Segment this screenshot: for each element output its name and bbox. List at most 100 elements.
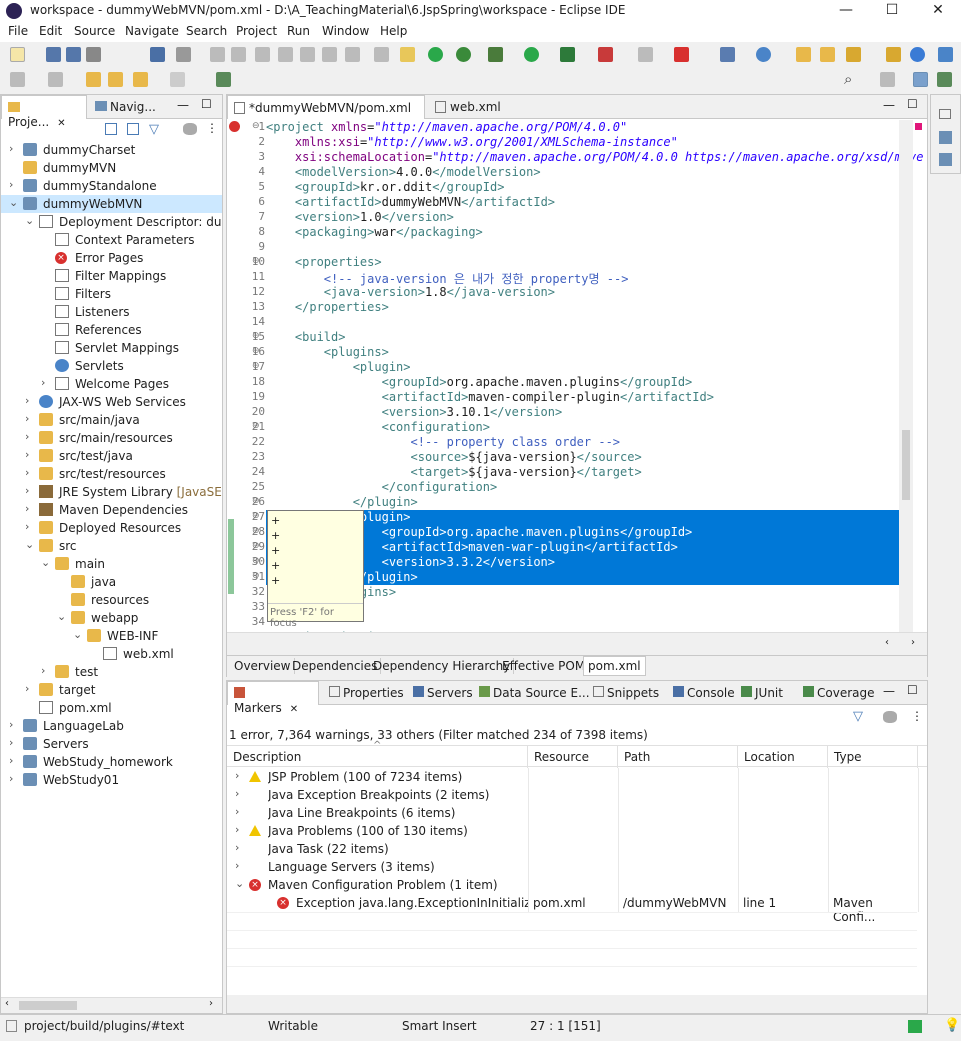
tree-item[interactable]: › src/main/resources [1,429,222,447]
menu-window[interactable]: Window [322,24,369,38]
link-editor-icon[interactable] [127,123,139,135]
open-type-icon[interactable] [796,47,811,62]
overview-error-mark[interactable] [915,123,922,130]
expand-icon[interactable]: › [9,142,13,155]
tab-coverage[interactable]: Coverage [797,681,881,705]
debug-icon[interactable] [488,47,503,62]
tree-item[interactable]: pom.xml [1,699,222,717]
expand-icon[interactable]: › [25,682,29,695]
scroll-thumb[interactable] [19,1001,77,1010]
refresh-icon[interactable] [456,47,471,62]
next-edit-icon[interactable] [108,72,123,87]
code-line[interactable]: xmlns:xsi="http://www.w3.org/2001/XMLSch… [266,135,678,150]
tab-console[interactable]: Console [667,681,741,705]
expand-icon[interactable]: › [235,805,239,818]
menu-project[interactable]: Project [236,24,277,38]
forward-icon[interactable] [170,72,185,87]
step-return-icon[interactable] [345,47,360,62]
tree-item[interactable]: ⌄ webapp [1,609,222,627]
tree-item[interactable]: Context Parameters [1,231,222,249]
tree-item[interactable]: › Welcome Pages [1,375,222,393]
tree-item[interactable]: Servlet Mappings [1,339,222,357]
stop-icon[interactable] [638,47,653,62]
code-line[interactable]: <plugins> [266,345,389,360]
tree-item[interactable]: Listeners [1,303,222,321]
tree-item[interactable]: › dummyCharset [1,141,222,159]
tip-icon[interactable]: 💡 [944,1018,960,1033]
expand-icon[interactable]: › [235,859,239,872]
progress-icon[interactable] [908,1020,922,1033]
code-line[interactable]: <plugin> [266,360,411,375]
collapse-icon[interactable]: ⌄ [25,538,34,551]
code-line[interactable]: <source>${java-version}</source> [266,450,642,465]
menu-help[interactable]: Help [380,24,407,38]
java-ee-perspective-icon[interactable] [913,72,928,87]
tree-item[interactable]: › target [1,681,222,699]
tree-item[interactable]: › src/test/resources [1,465,222,483]
minimize-editor-icon[interactable]: — [883,98,895,112]
tab-junit[interactable]: JUnit [735,681,789,705]
code-line[interactable]: </properties> [266,300,389,315]
completion-item[interactable]: + [271,558,361,573]
scroll-left-icon[interactable]: ‹ [5,998,9,1009]
page-tab-effective-pom[interactable]: Effective POM [499,658,590,674]
code-area[interactable]: 1 ⊖ <project xmlns="http://maven.apache.or… [227,120,927,656]
fold-icon[interactable]: ⊖ [252,331,260,341]
completion-item[interactable]: + [271,528,361,543]
step-into-icon[interactable] [300,47,315,62]
tree-item[interactable]: › Servers [1,735,222,753]
new-java-project-icon[interactable] [720,47,735,62]
tree-item[interactable]: resources [1,591,222,609]
resume-icon[interactable] [210,47,225,62]
code-line[interactable]: <groupId>kr.or.ddit</groupId> [266,180,505,195]
tab-snippets[interactable]: Snippets [587,681,665,705]
tree-item[interactable]: › test [1,663,222,681]
minimize-view-icon[interactable]: — [177,98,189,112]
maximize-button[interactable]: ☐ [869,0,915,22]
scroll-right-icon[interactable]: › [209,998,213,1009]
col-path[interactable]: Path [618,746,738,768]
editor-scroll-thumb[interactable] [902,430,910,500]
tree-item[interactable]: › JRE System Library [JavaSE-1.8 [1,483,222,501]
tab-project-explorer[interactable]: Proje... ✕ [1,95,87,129]
collapse-icon[interactable]: ⌄ [25,214,34,227]
fold-icon[interactable]: ⊖ [252,346,260,356]
collapse-icon[interactable]: ⌄ [73,628,82,641]
tree-item[interactable]: › src/test/java [1,447,222,465]
fold-icon[interactable]: ⊖ [252,421,260,431]
pin-editor-icon[interactable] [216,72,231,87]
collapse-icon[interactable]: ⌄ [9,196,18,209]
marker-group-row[interactable]: › Java Exception Breakpoints (2 items) [227,786,919,804]
code-line[interactable]: <java-version>1.8</java-version> [266,285,555,300]
annotations-icon[interactable] [886,47,901,62]
fold-icon[interactable]: ⊖ [252,571,260,581]
completion-item[interactable]: + [271,543,361,558]
marker-group-row[interactable]: ⌄ × Maven Configuration Problem (1 item) [227,876,919,894]
completion-item[interactable]: + [271,573,361,588]
tree-item[interactable]: web.xml [1,645,222,663]
code-line[interactable]: xsi:schemaLocation="http://maven.apache.… [266,150,924,165]
editor-hscrollbar[interactable]: ‹ › [227,632,927,655]
code-line[interactable]: <version>3.10.1</version> [266,405,563,420]
tree-item[interactable]: Filter Mappings [1,267,222,285]
tab-data-source[interactable]: Data Source E... [473,681,596,705]
tree-item[interactable]: › dummyStandalone [1,177,222,195]
outline-icon[interactable] [939,131,952,144]
tab-pom-xml[interactable]: *dummyWebMVN/pom.xml [227,95,425,119]
tree-item[interactable]: › Deployed Resources [1,519,222,537]
view-menu-icon[interactable] [183,123,197,135]
open-task-icon[interactable] [820,47,835,62]
code-line[interactable]: <modelVersion>4.0.0</modelVersion> [266,165,541,180]
expand-icon[interactable]: › [235,823,239,836]
console-icon[interactable] [150,47,165,62]
expand-icon[interactable]: › [41,376,45,389]
minimize-markers-icon[interactable]: — [883,684,895,698]
fold-icon[interactable]: ⊖ [252,511,260,521]
fold-icon[interactable]: ⊖ [252,361,260,371]
next-annotation-icon[interactable] [10,72,25,87]
expand-icon[interactable]: › [9,736,13,749]
markers-filter-icon[interactable]: ▽ [853,709,863,724]
tree-item[interactable]: ⌄ dummyWebMVN [1,195,222,213]
tree-item[interactable]: java [1,573,222,591]
search-tool-icon[interactable] [846,47,861,62]
